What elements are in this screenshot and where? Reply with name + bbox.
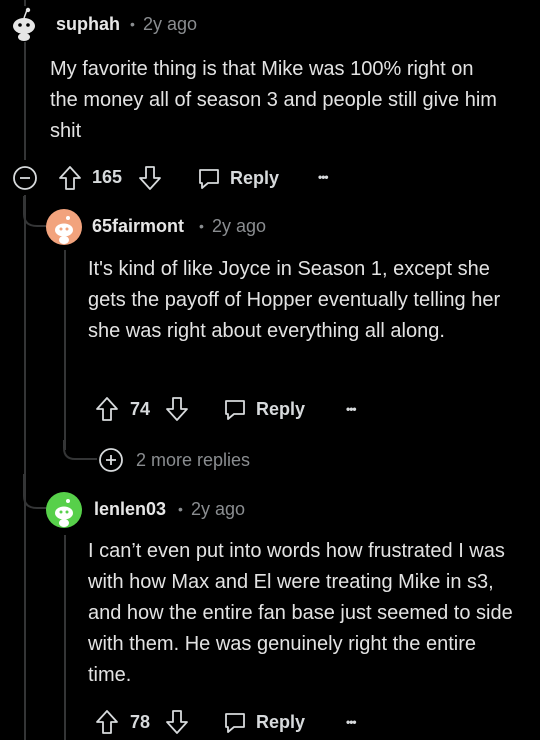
avatar[interactable]: [6, 6, 42, 42]
arrow-up-icon: [59, 166, 81, 190]
comment-body: I can’t even put into words how frustrat…: [88, 540, 513, 686]
more-options-button[interactable]: •••: [346, 402, 357, 416]
upvote-button[interactable]: [95, 709, 119, 735]
reply-label: Reply: [256, 398, 306, 419]
more-replies-label: 2 more replies: [136, 449, 251, 470]
comment-username[interactable]: 65fairmont: [92, 216, 184, 237]
speech-bubble-icon: [225, 400, 245, 420]
downvote-button[interactable]: [165, 709, 189, 735]
comment-body: My favorite thing is that Mike was 100% …: [50, 58, 497, 142]
speech-bubble-icon: [225, 713, 245, 733]
reply-button[interactable]: Reply: [196, 165, 279, 191]
minus-circle-icon: [13, 166, 37, 190]
thread-line: [24, 195, 26, 740]
snoo-avatar-icon: [13, 7, 35, 41]
separator-dot: •: [130, 16, 135, 32]
reply-label: Reply: [256, 711, 306, 732]
thread-curve: [63, 440, 97, 460]
reply-label: Reply: [230, 167, 280, 188]
more-options-button[interactable]: •••: [318, 170, 329, 184]
reply-button[interactable]: Reply: [222, 709, 305, 735]
comment-age: 2y ago: [212, 216, 267, 236]
reply-button[interactable]: Reply: [222, 396, 305, 422]
snoo-avatar-icon: [55, 216, 73, 244]
avatar[interactable]: [46, 492, 82, 528]
arrow-down-icon: [139, 166, 161, 190]
plus-circle-icon: [99, 448, 123, 472]
more-options-button[interactable]: •••: [346, 715, 357, 729]
separator-dot: •: [199, 218, 204, 234]
more-replies-button[interactable]: 2 more replies: [98, 447, 250, 473]
comment-username[interactable]: suphah: [56, 14, 120, 35]
upvote-button[interactable]: [95, 396, 119, 422]
collapse-thread-button[interactable]: [12, 165, 38, 191]
arrow-up-icon: [96, 710, 118, 734]
comment-body: It's kind of like Joyce in Season 1, exc…: [88, 258, 501, 342]
downvote-button[interactable]: [165, 396, 189, 422]
arrow-up-icon: [96, 397, 118, 421]
vote-count: 165: [92, 167, 123, 187]
thread-line: [64, 535, 66, 740]
comment-username[interactable]: lenlen03: [94, 499, 166, 520]
comment-age: 2y ago: [143, 14, 198, 34]
vote-count: 74: [130, 399, 151, 419]
vote-count: 78: [130, 712, 151, 732]
downvote-button[interactable]: [138, 165, 162, 191]
separator-dot: •: [178, 501, 183, 517]
arrow-down-icon: [166, 397, 188, 421]
thread-line: [64, 250, 66, 450]
comment-age: 2y ago: [191, 499, 246, 519]
speech-bubble-icon: [199, 169, 219, 189]
arrow-down-icon: [166, 710, 188, 734]
upvote-button[interactable]: [58, 165, 82, 191]
avatar[interactable]: [46, 209, 82, 245]
snoo-avatar-icon: [55, 499, 73, 527]
